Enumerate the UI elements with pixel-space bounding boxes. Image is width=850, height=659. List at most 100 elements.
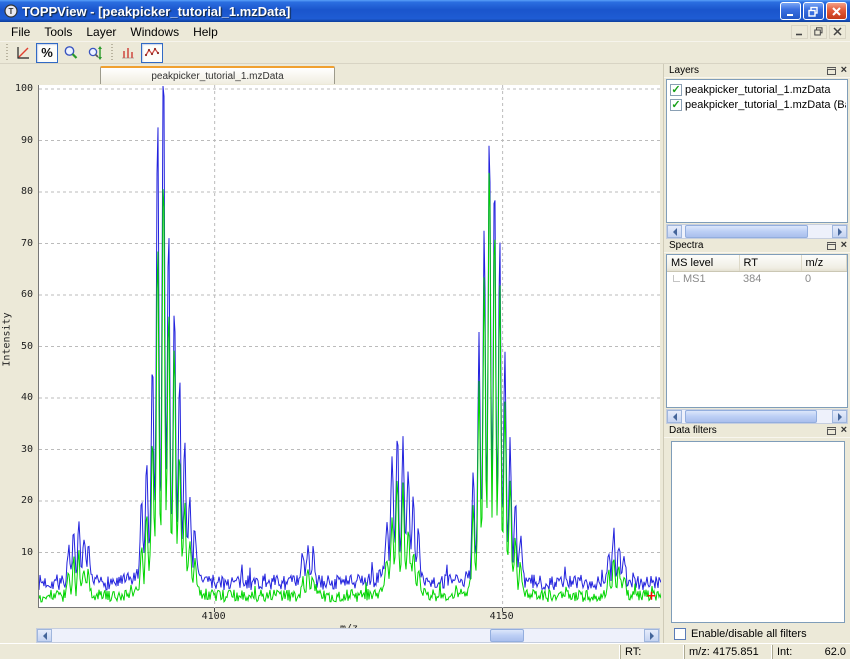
plot-canvas[interactable] [38, 85, 660, 608]
dock-float-icon[interactable] [827, 427, 836, 435]
mdi-minimize-button[interactable] [791, 25, 808, 39]
scroll-thumb[interactable] [685, 410, 817, 423]
spectra-row[interactable]: MS13840 [667, 272, 847, 287]
app-icon: T [4, 4, 18, 18]
spectra-table-container: MS levelRTm/z MS13840 [666, 254, 848, 408]
menu-layer[interactable]: Layer [79, 23, 123, 41]
layers-dock: Layers × ✓peakpicker_tutorial_1.mzData✓p… [664, 64, 850, 239]
enable-filters-label: Enable/disable all filters [691, 628, 807, 640]
spectra-dock: Spectra × MS levelRTm/z MS13840 [664, 239, 850, 424]
enable-filters-checkbox[interactable] [674, 628, 686, 640]
reset-zoom-button[interactable] [12, 43, 34, 63]
x-tick-label: 4150 [480, 611, 524, 622]
scroll-track[interactable] [682, 410, 832, 423]
mdi-restore-button[interactable] [810, 25, 827, 39]
y-tick-label: 90 [0, 135, 33, 146]
axes-line-icon [15, 45, 31, 61]
layer-item[interactable]: ✓peakpicker_tutorial_1.mzData (Bas [668, 97, 846, 112]
tab-bar: peakpicker_tutorial_1.mzData [0, 64, 663, 84]
y-tick-label: 30 [0, 444, 33, 455]
layers-dock-title: Layers [669, 65, 699, 76]
layer-item[interactable]: ✓peakpicker_tutorial_1.mzData [668, 82, 846, 97]
stick-plot-icon [120, 45, 136, 61]
spectra-mz: 0 [801, 272, 847, 287]
dock-close-icon[interactable]: × [841, 241, 847, 250]
spectra-table[interactable]: MS levelRTm/z MS13840 [667, 255, 847, 286]
toolbar-handle[interactable] [4, 44, 9, 62]
scroll-track[interactable] [682, 225, 832, 238]
spectra-column-header[interactable]: RT [739, 255, 801, 272]
tree-elbow-icon [673, 275, 680, 282]
minimize-button[interactable] [780, 2, 801, 20]
line-chart-icon [144, 45, 160, 61]
status-field: m/z: 4175.851 [684, 645, 772, 659]
x-tick-label: 4100 [192, 611, 236, 622]
scroll-thumb[interactable] [685, 225, 808, 238]
layers-scrollbar[interactable] [666, 224, 848, 239]
dock-panels: Layers × ✓peakpicker_tutorial_1.mzData✓p… [663, 64, 850, 643]
spectra-scrollbar[interactable] [666, 409, 848, 424]
window-title: TOPPView - [peakpicker_tutorial_1.mzData… [22, 4, 778, 19]
scroll-right-button[interactable] [832, 410, 847, 423]
status-field: 62.0 [802, 645, 850, 659]
filters-dock-title: Data filters [669, 425, 717, 436]
spectra-dock-title: Spectra [669, 240, 703, 251]
spectrum-trace [39, 86, 661, 590]
menu-windows[interactable]: Windows [123, 23, 186, 41]
zoom-range-button[interactable] [84, 43, 106, 63]
spectrum-plot[interactable]: Intensity 102030405060708090100 41004150… [0, 84, 663, 643]
layer-checkbox[interactable]: ✓ [670, 84, 682, 96]
scroll-right-button[interactable] [644, 629, 659, 642]
plot-horizontal-scrollbar[interactable] [36, 628, 660, 643]
tab-peakpicker-tutorial[interactable]: peakpicker_tutorial_1.mzData [100, 66, 335, 84]
intensity-percentage-button[interactable]: % [36, 43, 58, 63]
status-field: Int: [772, 645, 802, 659]
mdi-close-button[interactable] [829, 25, 846, 39]
toolbar-handle[interactable] [109, 44, 114, 62]
magnifier-arrows-icon [87, 45, 103, 61]
spectra-dock-header: Spectra × [664, 239, 850, 253]
line-mode-button[interactable] [141, 43, 163, 63]
scroll-left-button[interactable] [667, 225, 682, 238]
y-tick-label: 60 [0, 289, 33, 300]
y-tick-label: 40 [0, 392, 33, 403]
scroll-thumb[interactable] [490, 629, 524, 642]
spectra-column-header[interactable]: MS level [667, 255, 739, 272]
main-content: peakpicker_tutorial_1.mzData Intensity 1… [0, 64, 850, 643]
status-field: RT: [620, 645, 684, 659]
scroll-left-button[interactable] [667, 410, 682, 423]
close-button[interactable] [826, 2, 847, 20]
dock-float-icon[interactable] [827, 67, 836, 75]
status-bar: RT:m/z: 4175.851Int:62.0 [0, 643, 850, 659]
data-filters-list[interactable] [671, 441, 845, 623]
menu-tools[interactable]: Tools [37, 23, 79, 41]
scroll-right-button[interactable] [832, 225, 847, 238]
layers-list[interactable]: ✓peakpicker_tutorial_1.mzData✓peakpicker… [666, 79, 848, 223]
filters-dock-header: Data filters × [664, 424, 850, 438]
svg-text:T: T [9, 7, 14, 16]
layers-dock-header: Layers × [664, 64, 850, 78]
dock-close-icon[interactable]: × [841, 426, 847, 435]
layer-label: peakpicker_tutorial_1.mzData [685, 84, 831, 96]
mdi-window-buttons [789, 25, 850, 39]
scroll-track[interactable] [52, 629, 644, 642]
percent-icon: % [41, 45, 53, 60]
y-axis-title: Intensity [2, 305, 13, 375]
title-bar: T TOPPView - [peakpicker_tutorial_1.mzDa… [0, 0, 850, 22]
magnifier-icon [63, 45, 79, 61]
y-tick-label: 100 [0, 83, 33, 94]
menu-help[interactable]: Help [186, 23, 225, 41]
restore-button[interactable] [803, 2, 824, 20]
menu-bar: FileToolsLayerWindowsHelp [0, 22, 850, 42]
spectra-column-header[interactable]: m/z [801, 255, 847, 272]
peaks-mode-button[interactable] [117, 43, 139, 63]
dock-close-icon[interactable]: × [841, 66, 847, 75]
y-tick-label: 80 [0, 186, 33, 197]
toolbar: % [0, 42, 850, 64]
dock-float-icon[interactable] [827, 242, 836, 250]
menu-file[interactable]: File [4, 23, 37, 41]
spectra-ms-level: MS1 [667, 272, 739, 287]
scroll-left-button[interactable] [37, 629, 52, 642]
layer-checkbox[interactable]: ✓ [670, 99, 682, 111]
zoom-button[interactable] [60, 43, 82, 63]
